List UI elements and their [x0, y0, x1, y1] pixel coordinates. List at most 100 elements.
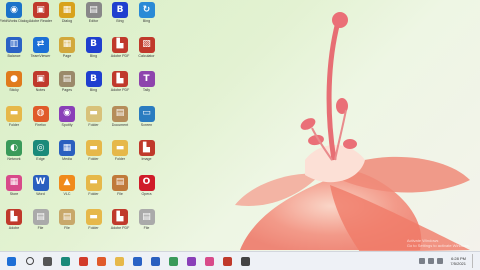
clock-date: 7/5/2021 — [450, 261, 466, 266]
app-icon: ▙ — [112, 71, 128, 87]
desktop-icon-grid: ◉ FieldWorks Dialog ▣ Adobe Reader ▦ Dialog ▤ E… — [0, 0, 480, 252]
taskbar-file-explorer-button[interactable] — [113, 255, 126, 268]
desktop-icon[interactable]: ▬ Folder — [80, 174, 108, 209]
desktop-icon[interactable]: ▤ File — [53, 209, 81, 243]
desktop-icon-label: Folder — [88, 157, 99, 161]
taskbar-app-button[interactable] — [203, 255, 216, 268]
desktop-icon[interactable]: ▲ VLC — [53, 174, 81, 209]
desktop-icon[interactable]: ▣ Adobe Reader — [27, 2, 55, 36]
task-view-icon — [43, 256, 52, 266]
app-icon: ▤ — [32, 209, 49, 225]
desktop-icon[interactable]: ◎ Edge — [27, 140, 55, 174]
app-icon: ◎ — [32, 140, 49, 156]
taskbar-app-button[interactable] — [167, 255, 180, 268]
desktop-icon[interactable]: ▤ File — [27, 209, 55, 243]
app-icon: T — [138, 71, 155, 87]
desktop-icon[interactable]: ▦ Page — [53, 36, 81, 71]
desktop-icon[interactable]: ▤ File — [106, 174, 134, 209]
desktop-icon[interactable]: T Tally — [133, 71, 161, 105]
app-icon — [241, 256, 250, 266]
volume-icon[interactable] — [428, 258, 435, 264]
taskbar-app-button[interactable] — [239, 255, 252, 268]
app-icon: ▭ — [138, 105, 155, 122]
taskbar-word-button[interactable] — [149, 255, 162, 268]
desktop-icon[interactable]: ↻ Bing — [133, 2, 161, 36]
taskbar-store-button[interactable] — [131, 255, 144, 268]
app-icon: ▤ — [112, 174, 128, 191]
desktop-icon[interactable]: ▣ Notes — [27, 71, 55, 105]
desktop-icon[interactable]: ▦ Dialog — [53, 2, 81, 36]
app-icon: B — [112, 2, 128, 18]
show-desktop-button[interactable] — [472, 254, 476, 268]
desktop-icon[interactable]: ▦ Store — [0, 174, 28, 209]
desktop-icon[interactable]: ▙ Adobe PDF — [106, 209, 134, 243]
app-icon: ◍ — [32, 105, 49, 122]
desktop-icon-label: Edge — [36, 157, 45, 161]
desktop-icon[interactable]: ▧ Calculator — [133, 36, 161, 71]
desktop-icon-label: Bing — [142, 19, 151, 23]
desktop-icon-label: Pages — [61, 88, 73, 92]
desktop-icon[interactable]: ◍ Firefox — [27, 105, 55, 140]
desktop-icon[interactable]: ▤ Pages — [53, 71, 81, 105]
battery-icon[interactable] — [437, 258, 444, 264]
desktop-icon[interactable]: ◉ Spotify — [53, 105, 81, 140]
desktop-icon[interactable]: ▙ Adobe PDF — [106, 71, 134, 105]
taskbar-chrome-button[interactable] — [77, 255, 90, 268]
taskbar-task-view-button[interactable] — [41, 255, 54, 268]
taskbar-search-button[interactable] — [23, 255, 36, 268]
desktop-icon[interactable]: B Bing — [80, 36, 108, 71]
desktop-icon-label: File — [117, 191, 123, 196]
app-icon: ▦ — [59, 140, 75, 156]
desktop-icon[interactable]: ▤ Document — [106, 105, 134, 140]
desktop-icon[interactable]: ▙ Adobe PDF — [106, 36, 134, 71]
desktop-icon[interactable]: ▤ File — [133, 209, 161, 243]
desktop-icon-label: TeamViewer — [30, 53, 51, 58]
taskbar-edge-button[interactable] — [59, 255, 72, 268]
desktop-icon-label: Adobe PDF — [110, 53, 130, 58]
app-icon: ▤ — [59, 71, 75, 87]
activation-watermark: Activate Windows Go to Settings to activ… — [407, 238, 470, 248]
taskbar-app-button[interactable] — [185, 255, 198, 268]
taskbar: 6:28 PM 7/5/2021 — [0, 251, 480, 270]
clock[interactable]: 6:28 PM 7/5/2021 — [450, 256, 466, 266]
desktop-icon[interactable]: ▬ Folder — [80, 209, 108, 243]
desktop-icon[interactable]: ▬ Folder — [0, 105, 28, 140]
app-icon: ▬ — [85, 140, 102, 156]
app-icon: ▲ — [59, 174, 75, 191]
taskbar-firefox-button[interactable] — [95, 255, 108, 268]
desktop-icon[interactable]: ⇄ TeamViewer — [27, 36, 55, 71]
app-icon: ▬ — [112, 140, 128, 156]
desktop-icon[interactable]: ▬ Folder — [80, 140, 108, 174]
app-icon: O — [138, 174, 155, 191]
app-icon: B — [85, 71, 102, 87]
network-icon[interactable] — [419, 258, 426, 264]
desktop-icon[interactable]: ▬ Folder — [80, 105, 108, 140]
desktop-icon[interactable]: ● Sticky — [0, 71, 28, 105]
desktop-icon[interactable]: ▙ Image — [133, 140, 161, 174]
desktop-icon[interactable]: ▙ Adobe — [0, 209, 28, 243]
desktop-icon[interactable]: ▭ Screen — [133, 105, 161, 140]
desktop-icon[interactable]: B Bing — [106, 2, 134, 36]
app-icon: ▦ — [59, 2, 75, 18]
app-icon: ▣ — [32, 2, 49, 18]
desktop-icon[interactable]: ◉ FieldWorks Dialog — [0, 2, 29, 36]
desktop-icon[interactable]: ◐ Network — [0, 140, 28, 174]
desktop-icon[interactable]: O Opera — [133, 174, 161, 209]
desktop-icon-label: Folder — [88, 122, 99, 127]
app-icon: ▬ — [6, 105, 22, 122]
taskbar-app-button[interactable] — [221, 255, 234, 268]
desktop-icon[interactable]: ▤ Editor — [80, 2, 108, 36]
app-icon: ▤ — [138, 209, 155, 225]
desktop-icon-label: File — [37, 226, 44, 230]
search-icon — [25, 257, 34, 265]
taskbar-start-button[interactable] — [5, 255, 18, 268]
app-icon: ⇄ — [32, 36, 49, 53]
desktop-icon[interactable]: W Word — [27, 174, 55, 209]
desktop-icon[interactable]: B Bing — [80, 71, 108, 105]
desktop-icon[interactable]: ▬ Folder — [106, 140, 134, 174]
file-explorer-icon — [115, 256, 124, 266]
app-icon: ▬ — [85, 174, 102, 191]
app-icon: W — [32, 174, 49, 191]
desktop-icon[interactable]: ▦ Media — [53, 140, 81, 174]
desktop-icon[interactable]: ▥ Balance — [0, 36, 28, 71]
